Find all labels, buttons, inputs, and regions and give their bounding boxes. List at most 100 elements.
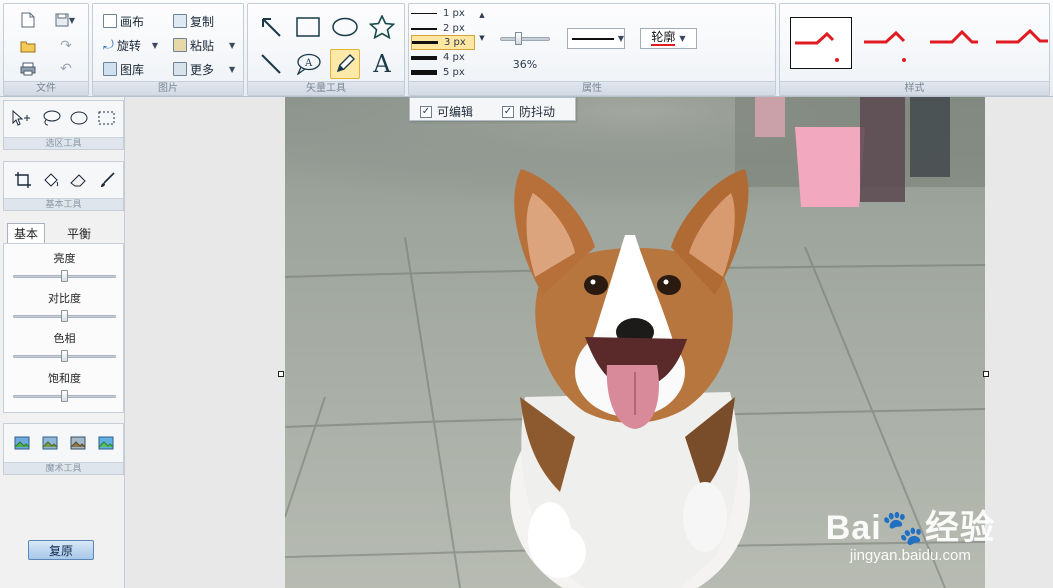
adjustments-panel: 亮度 对比度 色相 饱和度 — [3, 243, 124, 413]
vector-tools-group: A A 矢量工具 — [247, 3, 405, 96]
line-width-sample — [411, 27, 437, 30]
paste-button[interactable]: 粘贴 ▼ — [173, 35, 235, 55]
line-width-scroll-up-icon[interactable]: ▲ — [477, 10, 487, 20]
opacity-slider-thumb[interactable] — [515, 32, 522, 45]
magic-filter-4-icon[interactable] — [95, 432, 117, 454]
line-width-label: 1 px — [443, 8, 465, 19]
eraser-icon[interactable] — [68, 169, 90, 191]
style-preset-2[interactable] — [860, 22, 918, 64]
canvas-area: Bai🐾经验 jingyan.baidu.com — [125, 97, 1053, 588]
line-width-4px[interactable]: 4 px — [411, 50, 475, 65]
file-group: ▼ ↷ ↶ 文件 — [3, 3, 89, 96]
editable-label: 可编辑 — [437, 105, 474, 119]
outline-label: 轮廓 — [651, 30, 676, 46]
resize-handle-right[interactable] — [983, 371, 989, 377]
opacity-value: 36% — [512, 58, 538, 71]
line-width-3px[interactable]: 3 px — [411, 35, 475, 50]
print-icon[interactable] — [18, 59, 38, 79]
star-tool-icon[interactable] — [367, 12, 397, 42]
restore-button[interactable]: 复原 — [28, 540, 94, 560]
magic-tools-label: 魔术工具 — [4, 462, 123, 474]
stroke-style-sample — [572, 37, 614, 40]
saturation-slider-thumb[interactable] — [61, 390, 68, 402]
brightness-label: 亮度 — [53, 252, 76, 265]
line-width-sample — [412, 41, 438, 44]
ellipse-select-icon[interactable] — [68, 107, 90, 129]
svg-text:A: A — [304, 58, 313, 69]
rotate-icon: ⤾ — [103, 37, 114, 53]
contrast-label: 对比度 — [48, 292, 81, 305]
magic-filter-2-icon[interactable] — [39, 432, 61, 454]
line-width-5px[interactable]: 5 px — [411, 65, 475, 80]
checkbox-checked-icon: ✓ — [502, 105, 514, 118]
rotate-button[interactable]: ⤾ 旋转 ▼ — [103, 35, 158, 55]
gallery-button[interactable]: 图库 — [103, 59, 144, 79]
brightness-slider-thumb[interactable] — [61, 270, 68, 282]
selection-tools-label: 选区工具 — [4, 137, 123, 149]
stroke-style-dropdown[interactable]: ▼ — [567, 28, 625, 49]
anti-shake-label: 防抖动 — [519, 105, 556, 119]
save-icon[interactable]: ▼ — [50, 10, 80, 30]
redo-icon[interactable]: ↷ — [56, 36, 76, 56]
open-folder-icon[interactable] — [18, 36, 38, 56]
magic-filter-1-icon[interactable] — [11, 432, 33, 454]
gallery-icon — [103, 62, 117, 76]
resize-handle-left[interactable] — [278, 371, 284, 377]
rectangle-tool-icon[interactable] — [293, 12, 323, 42]
outline-dropdown[interactable]: 轮廓 ▼ — [640, 28, 697, 49]
line-width-1px[interactable]: 1 px — [411, 6, 475, 21]
rotate-label: 旋转 — [116, 38, 141, 53]
line-width-label: 5 px — [443, 67, 465, 78]
gallery-label: 图库 — [120, 62, 145, 77]
picture-group: 画布 复制 ⤾ 旋转 ▼ 粘贴 ▼ 图库 更多 ▼ 图片 — [92, 3, 244, 96]
fill-bucket-icon[interactable] — [40, 169, 62, 191]
tab-basic[interactable]: 基本 — [7, 223, 45, 243]
more-icon — [173, 62, 187, 76]
pencil-tool-icon[interactable] — [330, 49, 360, 79]
paste-label: 粘贴 — [190, 38, 215, 53]
style-preset-1[interactable] — [790, 17, 852, 69]
more-button[interactable]: 更多 ▼ — [173, 59, 235, 79]
ellipse-tool-icon[interactable] — [330, 12, 360, 42]
watermark-url: jingyan.baidu.com — [849, 547, 971, 564]
basic-tools-group: 基本工具 — [3, 161, 124, 211]
canvas-label: 画布 — [120, 14, 145, 29]
anti-shake-checkbox[interactable]: ✓ 防抖动 — [502, 103, 555, 120]
style-preset-4[interactable] — [994, 22, 1050, 64]
outline-dropdown-icon: ▼ — [679, 34, 686, 43]
copy-button[interactable]: 复制 — [173, 11, 214, 31]
brush-icon[interactable] — [96, 169, 118, 191]
arrow-tool-icon[interactable] — [256, 12, 286, 42]
undo-icon[interactable]: ↶ — [56, 59, 76, 79]
basic-tools-label: 基本工具 — [4, 198, 123, 210]
magic-tools-group: 魔术工具 — [3, 423, 124, 475]
vector-group-label: 矢量工具 — [248, 81, 404, 95]
tab-balance[interactable]: 平衡 — [60, 223, 98, 243]
style-preset-3[interactable] — [928, 22, 986, 64]
move-select-icon[interactable] — [10, 107, 32, 129]
picture-group-label: 图片 — [93, 81, 243, 95]
file-group-label: 文件 — [4, 81, 88, 95]
lasso-select-icon[interactable] — [40, 107, 62, 129]
line-width-2px[interactable]: 2 px — [411, 21, 475, 36]
ribbon-toolbar: ▼ ↷ ↶ 文件 画布 复制 ⤾ 旋转 ▼ 粘贴 ▼ 图库 更多 ▼ 图片 A … — [0, 0, 1053, 97]
magic-filter-3-icon[interactable] — [67, 432, 89, 454]
text-tool-icon[interactable]: A — [367, 49, 397, 79]
line-width-sample — [411, 70, 437, 75]
checkbox-checked-icon: ✓ — [420, 105, 432, 118]
new-file-icon[interactable] — [18, 10, 38, 30]
hue-slider-thumb[interactable] — [61, 350, 68, 362]
opacity-slider[interactable] — [500, 37, 550, 41]
canvas-button[interactable]: 画布 — [103, 11, 144, 31]
copy-icon — [173, 14, 187, 28]
line-width-scroll-down-icon[interactable]: ▼ — [477, 33, 487, 43]
editable-checkbox[interactable]: ✓ 可编辑 — [420, 103, 473, 120]
contrast-slider-thumb[interactable] — [61, 310, 68, 322]
crop-icon[interactable] — [12, 169, 34, 191]
copy-label: 复制 — [190, 14, 215, 29]
callout-tool-icon[interactable]: A — [293, 49, 323, 79]
line-tool-icon[interactable] — [256, 49, 286, 79]
property-options-panel: ✓ 可编辑 ✓ 防抖动 — [409, 97, 576, 121]
line-width-sample — [411, 13, 437, 14]
rect-select-icon[interactable] — [96, 107, 118, 129]
